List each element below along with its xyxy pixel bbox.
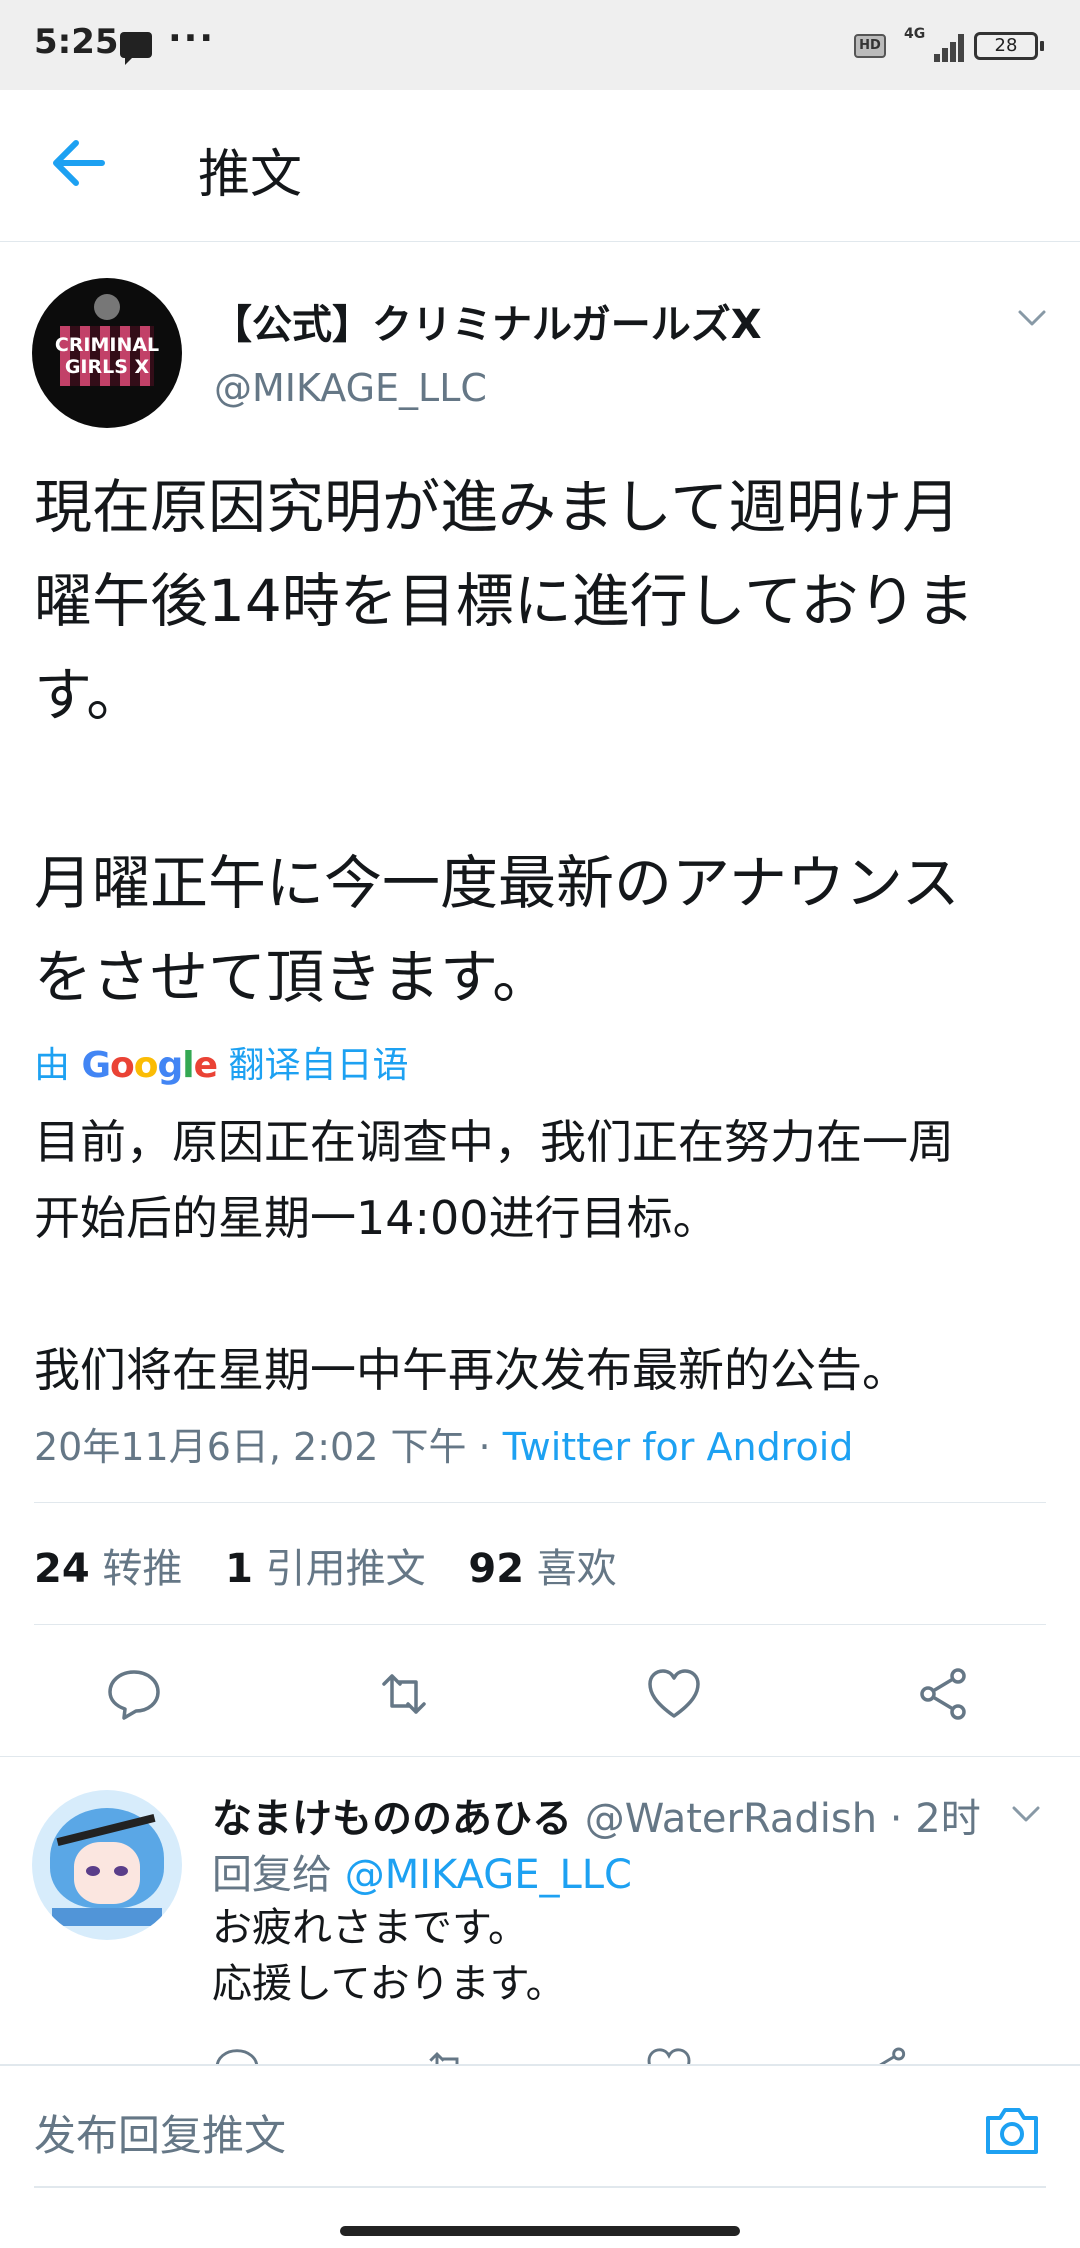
divider: [34, 1624, 1046, 1625]
battery-icon: 28: [974, 32, 1044, 60]
status-time: 5:25: [34, 22, 119, 62]
compose-underline: [34, 2186, 1046, 2188]
google-logo: Google: [81, 1045, 218, 1086]
camera-icon[interactable]: [982, 2104, 1042, 2158]
tweet-source-link[interactable]: Twitter for Android: [503, 1425, 854, 1469]
share-icon[interactable]: [914, 1664, 974, 1724]
likes-label: 喜欢: [536, 1546, 617, 1592]
translated-suffix: 翻译自日语: [228, 1045, 409, 1086]
reply-avatar[interactable]: [32, 1790, 182, 1940]
retweets-count: 24: [34, 1546, 90, 1592]
quotes-label: 引用推文: [265, 1546, 426, 1592]
page-title: 推文: [198, 145, 303, 205]
retweet-icon[interactable]: [374, 1664, 434, 1724]
more-dots-icon: ···: [168, 18, 216, 59]
likes-count: 92: [468, 1546, 525, 1592]
skull-icon: [94, 294, 120, 320]
divider: [34, 1502, 1046, 1503]
app-header: 推文: [0, 90, 1080, 242]
author-name[interactable]: 【公式】クリミナルガールズX: [212, 292, 762, 350]
reply-to-mention[interactable]: @MIKAGE_LLC: [345, 1852, 632, 1898]
system-nav-bar: [0, 2196, 1080, 2248]
reply-time: · 2时: [877, 1796, 981, 1842]
chevron-down-icon[interactable]: [1008, 1796, 1044, 1832]
reply-to-line: 回复给 @MIKAGE_LLC: [212, 1842, 632, 1900]
translated-by-google[interactable]: 由 Google 翻译自日语: [34, 1036, 409, 1088]
signal-icon: [920, 30, 964, 62]
section-divider: [0, 1756, 1080, 1757]
reply-to-label: 回复给: [212, 1852, 332, 1898]
translation-text: 目前，原因正在调查中，我们正在努力在一周 开始后的星期一14:00进行目标。 我…: [34, 1115, 954, 1397]
compose-bar: 发布回复推文: [0, 2064, 1080, 2188]
tweet-meta: 20年11月6日, 2:02 下午 · Twitter for Android: [34, 1416, 853, 1471]
tweet-text: 現在原因究明が進みまして週明け月 曜午後14時を目標に進行しておりま す。 月曜…: [34, 473, 975, 1011]
retweets-label: 转推: [102, 1546, 183, 1592]
retweets-stat[interactable]: 24 转推: [34, 1546, 182, 1592]
translated-prefix: 由: [34, 1045, 71, 1086]
status-bar: 5:25 ··· HD 4G 28: [0, 0, 1080, 90]
reply-author-name[interactable]: なまけもののあひる: [212, 1796, 572, 1842]
meta-separator: ·: [466, 1425, 503, 1469]
reply-header: なまけもののあひる @WaterRadish · 2时: [212, 1786, 981, 1844]
tweet-stats: 24 转推 1 引用推文 92 喜欢: [34, 1536, 647, 1594]
arrow-left-icon[interactable]: [44, 128, 114, 198]
like-icon[interactable]: [644, 1664, 704, 1724]
chevron-down-icon[interactable]: [1014, 300, 1050, 336]
hd-icon: HD: [854, 34, 886, 58]
reply-author-handle[interactable]: @WaterRadish: [585, 1796, 877, 1842]
author-handle[interactable]: @MIKAGE_LLC: [214, 366, 487, 410]
quotes-count: 1: [225, 1546, 253, 1592]
message-icon: [120, 32, 152, 65]
likes-stat[interactable]: 92 喜欢: [468, 1546, 616, 1592]
author-avatar[interactable]: CRIMINAL GIRLS X: [32, 278, 182, 428]
avatar-logo-text: CRIMINAL GIRLS X: [54, 334, 160, 378]
reply-text: お疲れさまです。 応援しております。: [212, 1905, 566, 2007]
home-indicator[interactable]: [340, 2226, 740, 2236]
compose-input[interactable]: 发布回复推文: [34, 2102, 286, 2163]
tweet-timestamp: 20年11月6日, 2:02 下午: [34, 1425, 467, 1469]
quotes-stat[interactable]: 1 引用推文: [225, 1546, 426, 1592]
reply-icon[interactable]: [104, 1664, 164, 1724]
